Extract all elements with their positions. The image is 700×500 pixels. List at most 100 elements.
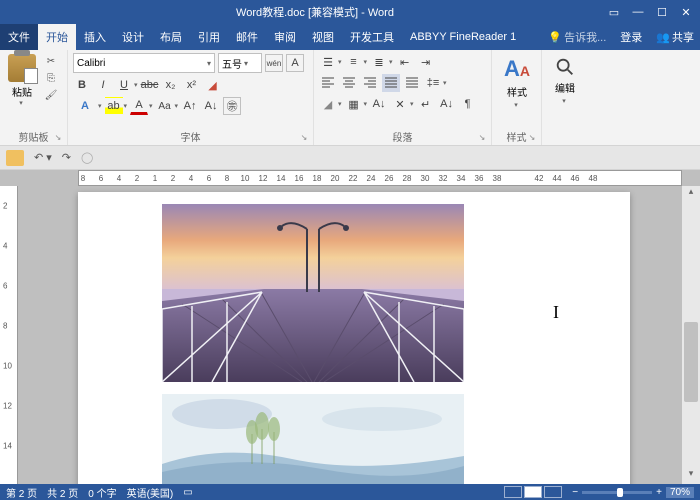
chevron-down-icon[interactable]: ▾ [134,81,138,89]
tab-view[interactable]: 视图 [304,24,342,50]
tell-me[interactable]: 💡告诉我... [542,24,612,50]
format-painter-icon[interactable]: 🖌 [42,88,60,102]
subscript-button[interactable]: x₂ [162,76,180,94]
zoom-in-button[interactable]: + [656,487,662,498]
chevron-down-icon[interactable]: ▾ [364,58,368,66]
multilevel-list-button[interactable]: ≣ [370,53,388,71]
clear-format-button[interactable]: ◢ [204,76,222,94]
increase-indent-button[interactable]: ⇥ [417,53,435,71]
asian-layout-button[interactable]: ✕ [391,95,409,113]
chevron-down-icon[interactable]: ▾ [19,99,23,107]
sort-button-2[interactable]: A↓ [438,95,456,113]
chevron-down-icon[interactable]: ▾ [443,79,447,87]
tab-mailings[interactable]: 邮件 [228,24,266,50]
font-size-combo[interactable]: 五号▾ [218,53,262,73]
dialog-launcher-icon[interactable]: ↘ [527,133,537,143]
sort-button[interactable]: A↓ [370,95,388,113]
start-from-beginning-button[interactable]: ◯ [81,151,93,164]
maximize-icon[interactable]: ☐ [654,6,670,19]
char-border-button[interactable]: A [286,54,304,72]
styles-button[interactable]: AA 样式 ▾ [496,52,538,129]
strikethrough-button[interactable]: abc [141,76,159,94]
copy-icon[interactable]: ⎘ [42,71,60,85]
redo-button[interactable]: ↷ [62,151,71,164]
decrease-indent-button[interactable]: ⇤ [396,53,414,71]
scroll-thumb[interactable] [684,322,698,402]
chevron-down-icon[interactable]: ▾ [175,102,179,110]
shrink-font-button[interactable]: A↓ [202,97,220,115]
zoom-level[interactable]: 70% [666,487,694,498]
print-layout-button[interactable] [524,486,542,498]
tab-abbyy[interactable]: ABBYY FineReader 1 [402,24,524,50]
ribbon-options-icon[interactable]: ▭ [606,6,622,19]
highlight-button[interactable]: ab [105,97,123,115]
web-layout-button[interactable] [544,486,562,498]
shading-button[interactable]: ◢ [319,95,337,113]
font-color-button[interactable]: A [130,97,148,115]
status-page[interactable]: 第 2 页 [6,485,37,500]
status-words[interactable]: 0 个字 [88,485,116,500]
tab-layout[interactable]: 布局 [152,24,190,50]
horizontal-ruler[interactable]: 8642124681012141618202224262830323436384… [78,170,682,186]
align-center-button[interactable] [340,74,358,92]
tab-design[interactable]: 设计 [114,24,152,50]
scroll-down-icon[interactable]: ▾ [682,468,700,484]
macro-record-icon[interactable]: ▭ [183,487,192,498]
close-icon[interactable]: ✕ [678,6,694,19]
paste-button[interactable] [8,54,36,82]
phonetic-guide-button[interactable]: wén [265,54,283,72]
scroll-up-icon[interactable]: ▴ [682,186,700,202]
embedded-image-pier[interactable] [162,204,464,382]
dialog-launcher-icon[interactable]: ↘ [477,133,487,143]
tab-home[interactable]: 开始 [38,24,76,50]
bullets-button[interactable]: ☰ [319,53,337,71]
underline-button[interactable]: U [115,76,133,94]
align-justify-button[interactable] [382,74,400,92]
cut-icon[interactable]: ✂ [42,54,60,68]
zoom-out-button[interactable]: − [572,487,578,498]
share-button[interactable]: 👥共享 [650,24,700,50]
dialog-launcher-icon[interactable]: ↘ [299,133,309,143]
show-marks-button[interactable]: ↵ [417,95,435,113]
tab-developer[interactable]: 开发工具 [342,24,402,50]
show-paragraph-button[interactable]: ¶ [459,95,477,113]
document-page[interactable]: I [78,192,630,484]
status-language[interactable]: 英语(美国) [127,485,174,500]
chevron-down-icon[interactable]: ▾ [124,102,128,110]
text-effects-button[interactable]: A [73,97,97,115]
tab-insert[interactable]: 插入 [76,24,114,50]
chevron-down-icon[interactable]: ▾ [338,100,342,108]
font-name-combo[interactable]: Calibri▾ [73,53,215,73]
chevron-down-icon[interactable]: ▾ [364,100,368,108]
tab-references[interactable]: 引用 [190,24,228,50]
superscript-button[interactable]: x² [183,76,201,94]
dialog-launcher-icon[interactable]: ↘ [53,133,63,143]
minimize-icon[interactable]: — [630,6,646,19]
enclose-char-button[interactable]: ㊪ [223,97,241,115]
chevron-down-icon[interactable]: ▾ [338,58,342,66]
borders-button[interactable]: ▦ [345,95,363,113]
italic-button[interactable]: I [94,76,112,94]
line-spacing-button[interactable]: ‡≡ [424,74,442,92]
tab-review[interactable]: 审阅 [266,24,304,50]
vertical-scrollbar[interactable]: ▴ ▾ [682,186,700,484]
chevron-down-icon[interactable]: ▾ [410,100,414,108]
align-right-button[interactable] [361,74,379,92]
chevron-down-icon[interactable]: ▾ [389,58,393,66]
vertical-ruler[interactable]: 2468101214 [0,186,18,484]
chevron-down-icon[interactable]: ▾ [149,102,153,110]
char-shading-button[interactable]: Aa [156,97,174,115]
align-distribute-button[interactable] [403,74,421,92]
grow-font-button[interactable]: A↑ [181,97,199,115]
open-icon[interactable] [6,150,24,166]
numbering-button[interactable]: ≡ [345,53,363,71]
edit-button[interactable]: 编辑 ▾ [546,52,584,129]
tab-file[interactable]: 文件 [0,24,38,50]
undo-button[interactable]: ↶ ▾ [34,151,52,164]
align-left-button[interactable] [319,74,337,92]
chevron-down-icon[interactable]: ▾ [98,102,102,110]
login-button[interactable]: 登录 [612,24,650,50]
read-mode-button[interactable] [504,486,522,498]
bold-button[interactable]: B [73,76,91,94]
embedded-image-watercolor[interactable] [162,394,464,484]
